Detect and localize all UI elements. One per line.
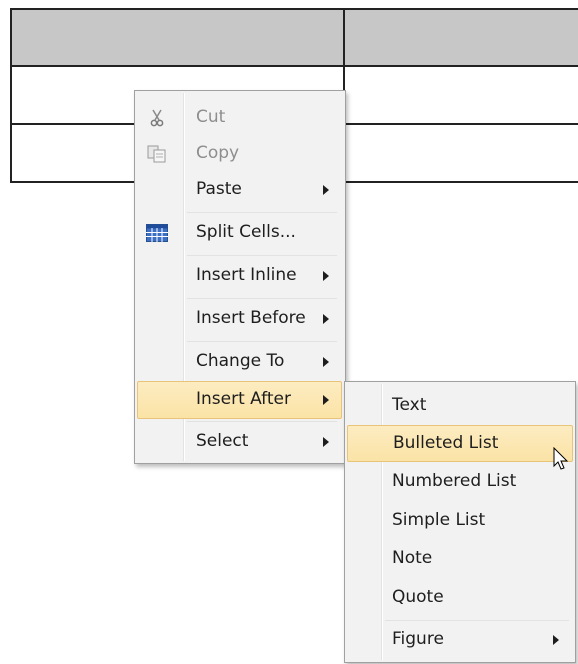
menu-separator xyxy=(187,298,337,299)
menu-item-cut[interactable]: Cut xyxy=(138,100,340,136)
submenu-item-note[interactable]: Note xyxy=(348,541,570,577)
menu-item-insert-after[interactable]: Insert After xyxy=(137,381,342,419)
menu-item-label: Note xyxy=(392,548,433,568)
context-menu: Cut Copy Paste Split Cells... Insert Inl… xyxy=(134,90,346,464)
menu-separator xyxy=(187,212,337,213)
submenu-item-numbered-list[interactable]: Numbered List xyxy=(348,464,570,500)
menu-item-label: Split Cells... xyxy=(196,222,296,242)
table-cell[interactable] xyxy=(345,125,578,181)
menu-item-label: Cut xyxy=(196,107,226,127)
submenu-item-text[interactable]: Text xyxy=(348,388,570,424)
menu-item-change-to[interactable]: Change To xyxy=(138,344,340,380)
menu-item-label: Numbered List xyxy=(392,471,517,491)
menu-item-label: Insert Inline xyxy=(196,265,297,285)
mouse-pointer-icon xyxy=(553,447,569,470)
table-cell[interactable] xyxy=(345,67,578,123)
menu-item-label: Select xyxy=(196,431,249,451)
menu-item-split-cells[interactable]: Split Cells... xyxy=(138,215,340,251)
submenu-item-figure[interactable]: Figure xyxy=(348,622,570,658)
menu-separator xyxy=(385,620,569,621)
scissors-icon xyxy=(150,109,164,127)
menu-item-label: Insert After xyxy=(196,389,291,409)
submenu-arrow-icon xyxy=(553,635,559,645)
menu-item-insert-inline[interactable]: Insert Inline xyxy=(138,258,340,294)
menu-separator xyxy=(187,255,337,256)
copy-icon xyxy=(147,145,166,163)
submenu-arrow-icon xyxy=(323,271,329,281)
menu-item-label: Copy xyxy=(196,143,240,163)
submenu-item-quote[interactable]: Quote xyxy=(348,580,570,616)
submenu-arrow-icon xyxy=(323,437,329,447)
submenu-item-simple-list[interactable]: Simple List xyxy=(348,503,570,539)
submenu-arrow-icon xyxy=(323,357,329,367)
menu-item-paste[interactable]: Paste xyxy=(138,172,340,208)
submenu-arrow-icon xyxy=(323,395,329,405)
menu-separator xyxy=(187,421,337,422)
menu-item-label: Simple List xyxy=(392,510,486,530)
menu-item-label: Insert Before xyxy=(196,308,306,328)
menu-item-label: Bulleted List xyxy=(393,433,499,453)
menu-item-select[interactable]: Select xyxy=(138,424,340,460)
menu-item-label: Figure xyxy=(392,629,444,649)
submenu-arrow-icon xyxy=(323,314,329,324)
table-border-top xyxy=(10,8,578,10)
menu-item-label: Change To xyxy=(196,351,285,371)
menu-item-label: Paste xyxy=(196,179,242,199)
submenu-arrow-icon xyxy=(323,185,329,195)
menu-item-insert-before[interactable]: Insert Before xyxy=(138,301,340,337)
table-grid-icon xyxy=(146,224,168,242)
table-header-row[interactable] xyxy=(10,8,578,66)
insert-after-submenu: Text Bulleted List Numbered List Simple … xyxy=(344,381,576,663)
submenu-item-bulleted-list[interactable]: Bulleted List xyxy=(347,425,573,462)
menu-item-copy[interactable]: Copy xyxy=(138,136,340,172)
menu-item-label: Quote xyxy=(392,587,444,607)
menu-item-label: Text xyxy=(392,395,427,415)
menu-separator xyxy=(187,341,337,342)
